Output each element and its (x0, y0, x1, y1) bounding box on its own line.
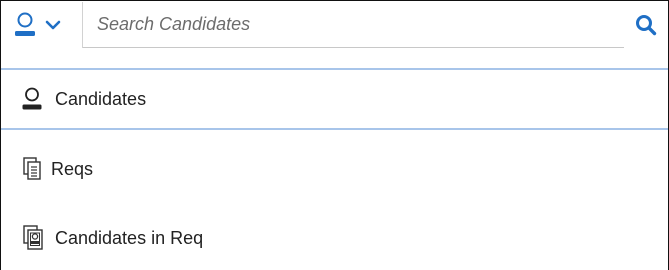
search-button[interactable] (624, 2, 668, 48)
dropdown-item-candidates-in-req[interactable]: Candidates in Req (1, 216, 668, 260)
search-scope-dropdown: Candidates Reqs Candidates in Req (1, 68, 668, 270)
document-icon (23, 157, 43, 181)
search-bar (1, 1, 668, 49)
person-icon (13, 12, 37, 38)
person-icon (21, 87, 43, 111)
dropdown-item-reqs[interactable]: Reqs (1, 147, 668, 191)
search-scope-selector[interactable] (1, 2, 83, 48)
dropdown-item-label: Reqs (51, 158, 94, 179)
search-input[interactable] (83, 8, 624, 41)
dropdown-item-candidates[interactable]: Candidates (1, 70, 668, 130)
dropdown-item-label: Candidates (55, 88, 147, 109)
search-widget: Candidates Reqs (0, 0, 669, 270)
search-icon (635, 14, 657, 36)
candidate-document-icon (23, 225, 45, 251)
search-input-container (83, 2, 624, 48)
chevron-down-icon (45, 19, 61, 31)
dropdown-item-label: Candidates in Req (55, 227, 204, 248)
